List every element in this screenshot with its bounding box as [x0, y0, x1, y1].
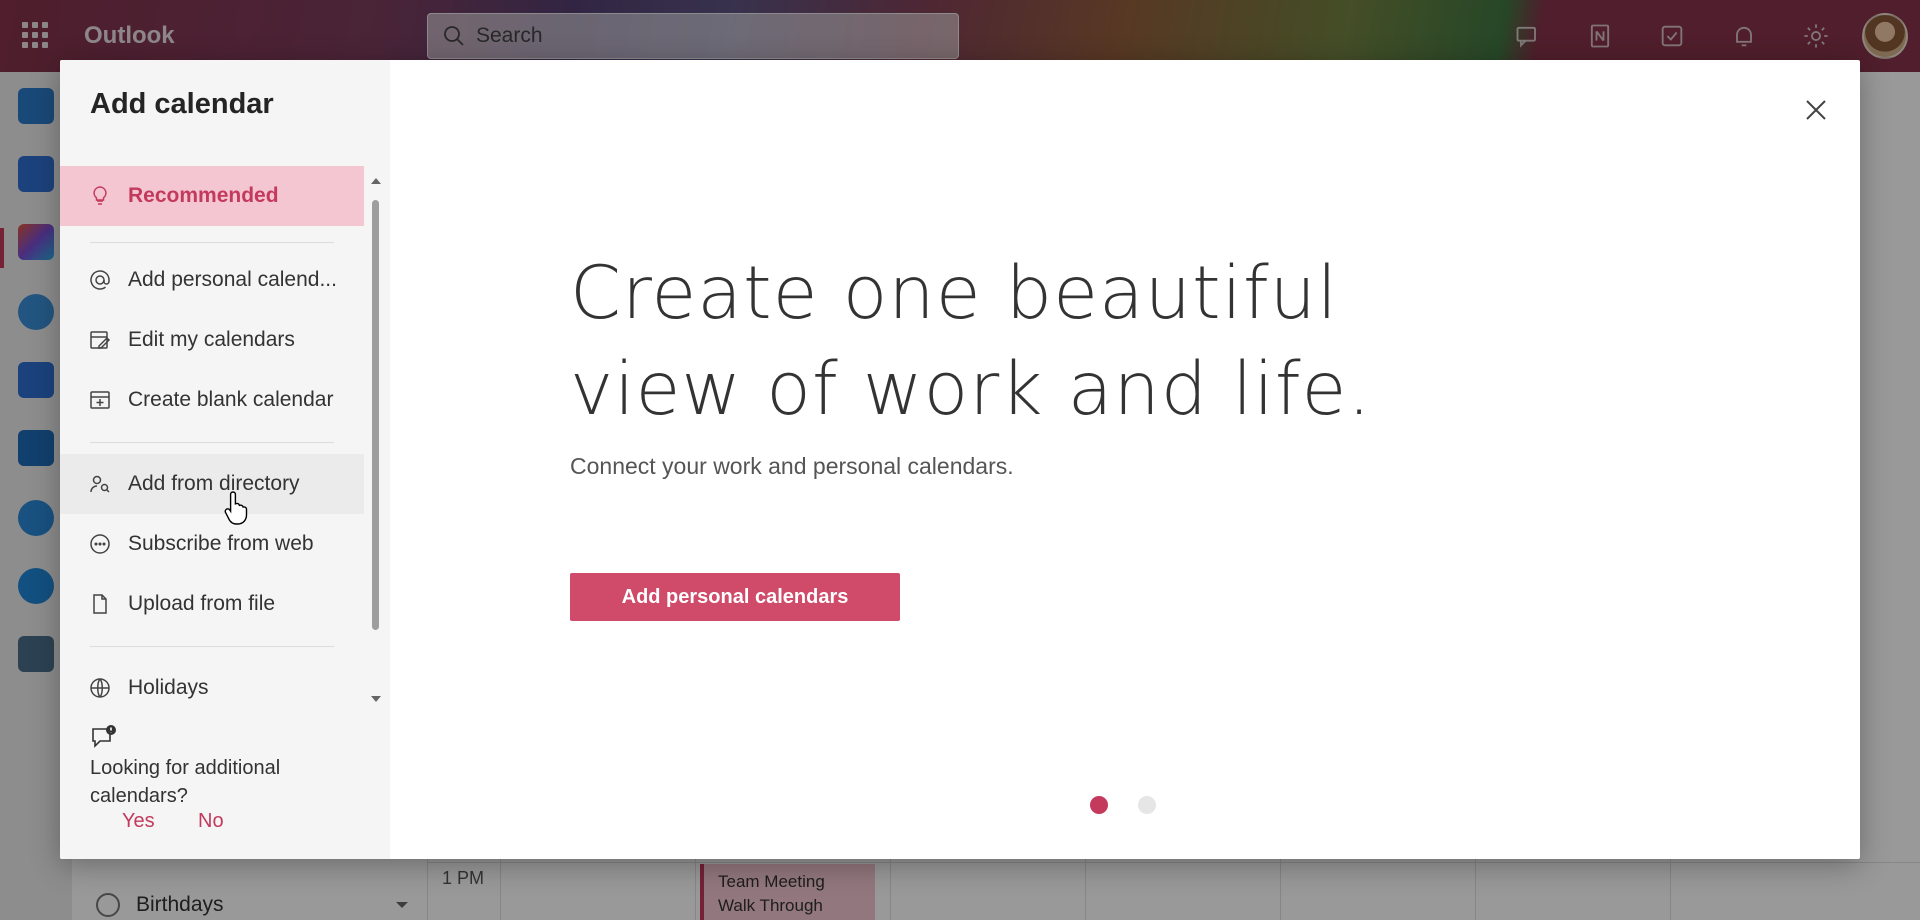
feedback-yes-link[interactable]: Yes [122, 810, 155, 833]
calendar-event[interactable]: Team Meeting Walk Through [700, 864, 875, 920]
headline-line-2: view of work and life. [570, 347, 1372, 432]
nav-item-subscribe-web[interactable]: Subscribe from web [60, 514, 364, 574]
hand-cursor-icon [224, 491, 248, 525]
carousel-dot-1[interactable] [1090, 796, 1108, 814]
close-button[interactable] [1798, 92, 1834, 128]
scrollbar-thumb[interactable] [372, 200, 379, 630]
nav-item-label: Add personal calend... [128, 268, 337, 291]
headline: Create one beautiful view of work and li… [570, 246, 1470, 438]
nav-item-add-from-directory[interactable]: Add from directory [60, 454, 364, 514]
app-launcher-icon[interactable] [22, 22, 48, 48]
nav-item-label: Holidays [128, 676, 209, 699]
subheading: Connect your work and personal calendars… [570, 453, 1014, 479]
dialog-title: Add calendar [90, 88, 274, 120]
calendar-add-icon [90, 391, 110, 409]
carousel-dots [1090, 796, 1156, 814]
files-icon[interactable] [18, 430, 54, 466]
ellipsis-circle-icon [90, 534, 110, 554]
mail-icon[interactable] [18, 88, 54, 124]
nav-item-edit-calendars[interactable]: Edit my calendars [60, 310, 364, 370]
scroll-up-icon[interactable] [371, 178, 381, 184]
nav-item-label: Upload from file [128, 592, 276, 615]
nav-divider [90, 442, 334, 443]
more-apps-icon[interactable] [18, 636, 54, 672]
nav-item-upload-file[interactable]: Upload from file [60, 574, 364, 634]
nav-item-label: Add from directory [128, 472, 300, 495]
nav-divider [90, 646, 334, 647]
todo-icon[interactable] [18, 362, 54, 398]
document-icon [93, 594, 107, 614]
nav-item-label: Create blank calendar [128, 388, 334, 411]
edit-calendar-icon [90, 331, 111, 349]
headline-line-1: Create one beautiful [570, 251, 1339, 336]
people-search-icon [90, 475, 110, 493]
search-placeholder: Search [476, 24, 543, 47]
feedback-question: Looking for additional calendars? [90, 757, 281, 807]
at-icon [90, 270, 110, 290]
checkbox-circle-icon[interactable] [96, 893, 120, 917]
feedback-no-link[interactable]: No [198, 810, 224, 833]
scroll-down-icon[interactable] [371, 696, 381, 702]
add-calendar-dialog: Add calendar Recommended Add personal ca… [60, 60, 1860, 859]
nav-divider [90, 242, 334, 243]
lightbulb-icon [93, 186, 107, 205]
rail-active-indicator [0, 228, 4, 268]
calendar-item-label: Birthdays [136, 893, 224, 916]
nav-item-label: Subscribe from web [128, 532, 314, 555]
chevron-down-icon[interactable] [396, 902, 408, 908]
search-box[interactable]: Search [427, 13, 959, 59]
nav-item-label: Recommended [128, 184, 279, 207]
close-icon [1806, 100, 1826, 120]
avatar[interactable] [1862, 13, 1908, 59]
dialog-sidebar: Add calendar Recommended Add personal ca… [60, 60, 390, 859]
carousel-dot-2[interactable] [1138, 796, 1156, 814]
calendar-icon[interactable] [18, 156, 54, 192]
nav-item-label: Edit my calendars [128, 328, 295, 351]
globe-icon [90, 678, 110, 698]
copilot-icon[interactable] [18, 224, 54, 260]
nav-item-recommended[interactable]: Recommended [60, 166, 364, 226]
search-icon [444, 26, 464, 46]
nav-item-create-blank[interactable]: Create blank calendar [60, 370, 364, 430]
onedrive-icon[interactable] [18, 568, 54, 604]
app-name: Outlook [84, 22, 175, 49]
feedback-icon [92, 725, 116, 748]
org-explorer-icon[interactable] [18, 500, 54, 536]
add-personal-calendars-button[interactable]: Add personal calendars [570, 573, 900, 621]
people-icon[interactable] [18, 294, 54, 330]
nav-item-holidays[interactable]: Holidays [60, 658, 364, 718]
time-label: 1 PM [442, 868, 485, 888]
calendar-item-birthdays[interactable]: Birthdays [96, 893, 224, 917]
nav-item-add-personal[interactable]: Add personal calend... [60, 250, 364, 310]
